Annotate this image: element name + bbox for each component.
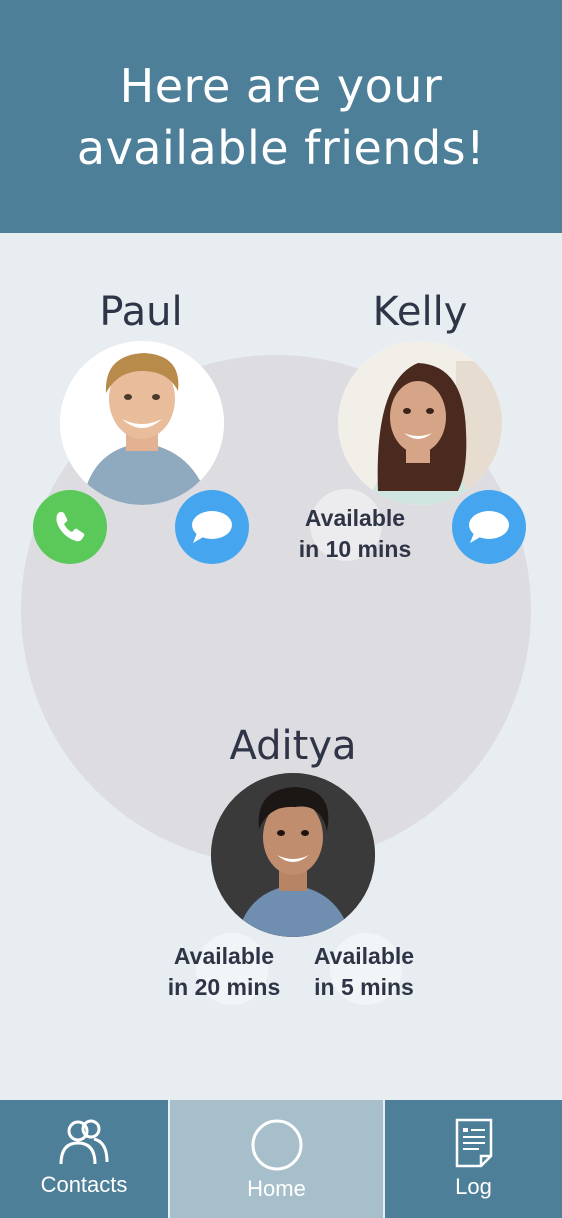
- pending-2-line-1: Available: [313, 943, 415, 969]
- friend-name-aditya: Aditya: [229, 723, 357, 769]
- message-icon: [469, 511, 509, 543]
- friend-name-paul: Paul: [99, 289, 183, 335]
- home-circle-icon: [251, 1119, 302, 1171]
- kelly-availability-line-1: Available: [304, 505, 406, 531]
- avatar-paul[interactable]: [60, 341, 224, 505]
- log-document-icon: [455, 1118, 492, 1168]
- bottom-tab-bar: Contacts Home Log: [0, 1100, 562, 1218]
- phone-icon: [56, 512, 85, 542]
- friend-name-kelly: Kelly: [372, 289, 468, 335]
- pending-availability-2: Available in 5 mins: [279, 941, 449, 1003]
- message-icon: [192, 511, 232, 543]
- pending-2-line-2: in 5 mins: [314, 974, 414, 1000]
- message-paul-button[interactable]: [175, 490, 249, 564]
- avatar-kelly[interactable]: [338, 341, 502, 505]
- friends-area: Paul Kelly Available in 10 mins Aditya A…: [0, 233, 562, 1100]
- page-title-line-1: Here are your: [119, 58, 443, 113]
- page-title-line-2: available friends!: [76, 120, 486, 175]
- kelly-availability: Available in 10 mins: [270, 503, 440, 565]
- avatar-kelly-image: [338, 341, 502, 505]
- tab-contacts-label: Contacts: [40, 1172, 128, 1197]
- message-kelly-button[interactable]: [452, 490, 526, 564]
- tab-home[interactable]: Home: [168, 1100, 385, 1218]
- tab-home-label: Home: [247, 1176, 306, 1201]
- avatar-aditya[interactable]: [211, 773, 375, 937]
- avatar-aditya-image: [211, 773, 375, 937]
- tab-log-label: Log: [455, 1174, 492, 1199]
- tab-log[interactable]: Log: [385, 1100, 562, 1218]
- kelly-availability-line-2: in 10 mins: [298, 536, 412, 562]
- tab-contacts[interactable]: Contacts: [0, 1100, 168, 1218]
- avatar-paul-image: [60, 341, 224, 505]
- call-paul-button[interactable]: [33, 490, 107, 564]
- contacts-icon: [59, 1119, 109, 1165]
- header: Here are your available friends!: [0, 0, 562, 233]
